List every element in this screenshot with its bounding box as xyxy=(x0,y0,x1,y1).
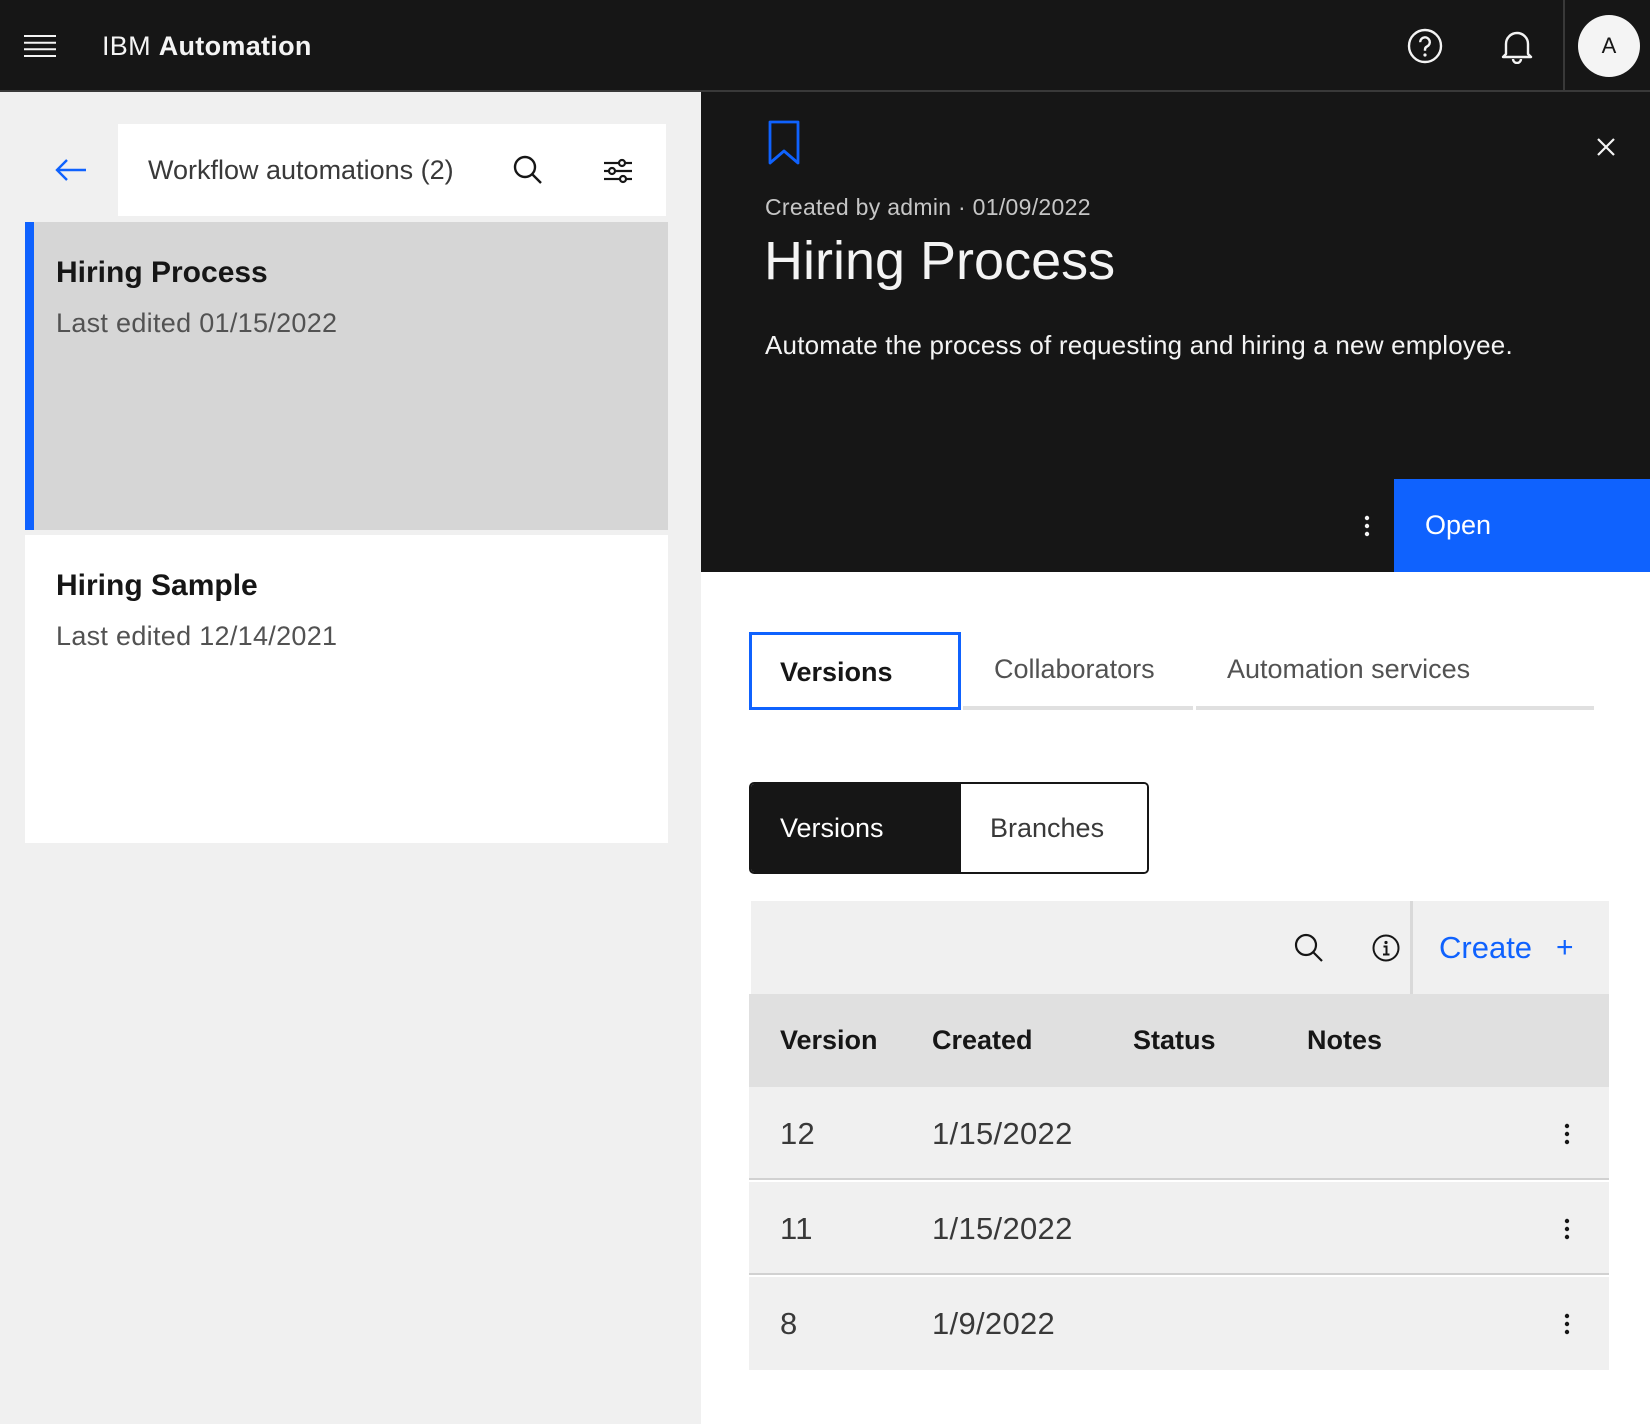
list-toolbar: Workflow automations (2) xyxy=(118,124,666,216)
overflow-menu-icon xyxy=(1564,1313,1570,1335)
open-button[interactable]: Open xyxy=(1394,479,1650,572)
close-button[interactable] xyxy=(1581,122,1631,172)
notification-icon xyxy=(1500,28,1534,64)
search-icon xyxy=(1294,933,1324,963)
bookmark-button[interactable] xyxy=(767,120,801,166)
help-button[interactable] xyxy=(1379,0,1471,92)
page-title: Hiring Process xyxy=(764,231,1116,291)
search-icon xyxy=(513,155,543,185)
create-label: Create xyxy=(1439,930,1533,965)
tab-versions[interactable]: Versions xyxy=(749,632,961,710)
list-search-button[interactable] xyxy=(488,124,568,216)
header-divider xyxy=(1563,0,1565,92)
overflow-menu-icon xyxy=(1564,1123,1570,1145)
table-header: Version Created Status Notes xyxy=(749,994,1609,1087)
back-button[interactable] xyxy=(25,124,117,216)
automation-card-hiring-sample[interactable]: Hiring Sample Last edited 12/14/2021 xyxy=(25,535,668,843)
brand-name: Automation xyxy=(158,31,312,61)
cell-created: 1/9/2022 xyxy=(932,1306,1056,1341)
menu-button[interactable] xyxy=(0,0,80,92)
cell-created: 1/15/2022 xyxy=(932,1116,1073,1151)
automation-detail-panel: Created by admin · 01/09/2022 Hiring Pro… xyxy=(701,92,1650,1424)
card-last-edited: Last edited 12/14/2021 xyxy=(56,621,338,651)
info-icon xyxy=(1372,934,1400,962)
table-row[interactable]: 12 1/15/2022 xyxy=(749,1087,1609,1180)
help-icon xyxy=(1407,28,1443,64)
table-row[interactable]: 11 1/15/2022 xyxy=(749,1182,1609,1275)
bookmark-icon xyxy=(767,120,801,166)
automation-list-panel: Workflow automations (2) Hiring Process … xyxy=(0,92,701,1424)
add-icon: + xyxy=(1556,931,1574,964)
tab-automation-services[interactable]: Automation services xyxy=(1196,632,1594,710)
cell-version: 12 xyxy=(780,1116,816,1151)
cell-version: 11 xyxy=(780,1211,813,1246)
list-title: Workflow automations (2) xyxy=(148,155,454,185)
automation-description: Automate the process of requesting and h… xyxy=(765,330,1513,360)
table-toolbar: Create + xyxy=(751,901,1609,994)
list-filter-button[interactable] xyxy=(578,124,658,216)
card-title: Hiring Sample xyxy=(56,569,258,602)
create-version-button[interactable]: Create + xyxy=(1413,901,1609,994)
switcher-versions[interactable]: Versions xyxy=(751,784,961,872)
switcher-branches[interactable]: Branches xyxy=(961,784,1147,872)
card-last-edited: Last edited 01/15/2022 xyxy=(56,308,338,338)
cell-created: 1/15/2022 xyxy=(932,1211,1073,1246)
column-header-notes[interactable]: Notes xyxy=(1307,994,1382,1087)
created-meta: Created by admin · 01/09/2022 xyxy=(765,194,1091,220)
table-row[interactable]: 8 1/9/2022 xyxy=(749,1277,1609,1370)
overflow-menu-icon xyxy=(1364,515,1370,537)
versions-branches-switcher: Versions Branches xyxy=(749,782,1149,874)
table-search-button[interactable] xyxy=(1271,901,1347,994)
row-overflow-button[interactable] xyxy=(1537,1182,1597,1275)
notifications-button[interactable] xyxy=(1471,0,1563,92)
tab-collaborators[interactable]: Collaborators xyxy=(963,632,1193,710)
card-title: Hiring Process xyxy=(56,256,268,289)
column-header-version[interactable]: Version xyxy=(780,994,878,1087)
menu-icon xyxy=(23,34,57,58)
brand-prefix: IBM xyxy=(102,31,151,61)
row-overflow-button[interactable] xyxy=(1537,1277,1597,1370)
filter-settings-icon xyxy=(603,156,633,184)
app-brand[interactable]: IBM Automation xyxy=(102,0,312,92)
user-avatar[interactable]: A xyxy=(1578,15,1640,77)
close-icon xyxy=(1597,138,1615,156)
column-header-status[interactable]: Status xyxy=(1133,994,1216,1087)
row-overflow-button[interactable] xyxy=(1537,1087,1597,1180)
top-header: IBM Automation A xyxy=(0,0,1650,92)
arrow-left-icon xyxy=(55,158,87,182)
automation-card-hiring-process[interactable]: Hiring Process Last edited 01/15/2022 xyxy=(25,222,668,530)
detail-hero: Created by admin · 01/09/2022 Hiring Pro… xyxy=(701,92,1650,572)
column-header-created[interactable]: Created xyxy=(932,994,1033,1087)
overflow-menu-icon xyxy=(1564,1218,1570,1240)
cell-version: 8 xyxy=(780,1306,798,1341)
